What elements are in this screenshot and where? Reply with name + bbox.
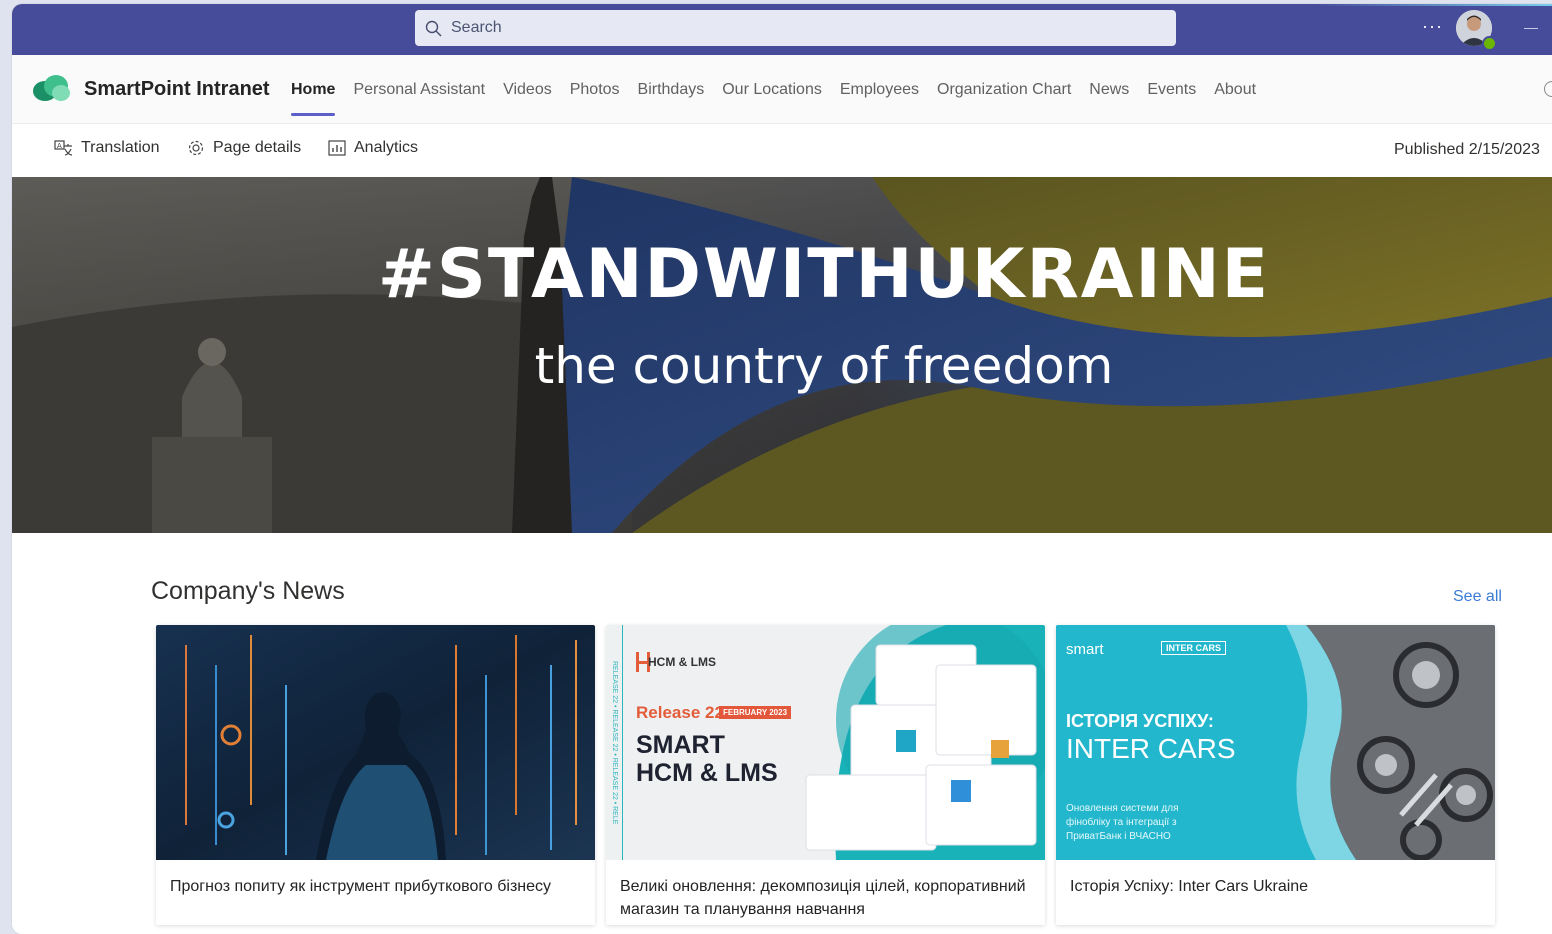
release-strip: RELEASE 22 • RELEASE 22 • RELEASE 22 • R… (606, 625, 623, 860)
card-brand-text: HCM & LMS (648, 655, 716, 669)
card-partner-logo: INTER CARS (1161, 641, 1227, 655)
card-image-heading: ІСТОРІЯ УСПІХУ: (1066, 711, 1214, 731)
hero-banner: #STANDWITHUKRAINE the country of freedom (12, 177, 1552, 533)
hero-title: #STANDWITHUKRAINE (377, 235, 1271, 314)
translation-label: Translation (81, 139, 160, 156)
translation-icon: A (54, 139, 73, 156)
nav-item-organization-chart[interactable]: Organization Chart (937, 81, 1071, 99)
page-command-bar: A Translation Page details Analytics Pub… (12, 124, 1552, 177)
site-navbar: SmartPoint Intranet Home Personal Assist… (12, 55, 1552, 124)
hero-subtitle: the country of freedom (534, 337, 1114, 395)
news-card-caption[interactable]: Великі оновлення: декомпозиція цілей, ко… (620, 875, 1030, 921)
news-card[interactable]: RELEASE 22 • RELEASE 22 • RELEASE 22 • R… (606, 625, 1045, 925)
news-card-image (156, 625, 595, 860)
card-image-subheading: INTER CARS (1066, 733, 1236, 764)
nav-item-news[interactable]: News (1089, 81, 1129, 99)
nav-item-about[interactable]: About (1214, 81, 1256, 99)
card-image-note: Оновлення системи для фінобліку та інтег… (1066, 803, 1179, 842)
nav-item-videos[interactable]: Videos (503, 81, 552, 99)
site-logo[interactable] (32, 73, 72, 103)
nav-item-our-locations[interactable]: Our Locations (722, 81, 822, 99)
card-image-title: SMART HCM & LMS (636, 731, 778, 787)
translation-button[interactable]: A Translation (54, 139, 160, 157)
teams-window: ··· SmartPoint Intranet Home Personal As… (12, 4, 1552, 934)
nav-item-photos[interactable]: Photos (570, 81, 620, 99)
news-card[interactable]: smart INTER CARS ІСТОРІЯ УСПІХУ: INTER C… (1056, 625, 1495, 925)
card-image-title-line2: HCM & LMS (636, 759, 778, 787)
minimize-icon[interactable] (1524, 28, 1538, 29)
news-card-caption[interactable]: Прогноз попиту як інструмент прибутковог… (170, 875, 580, 898)
news-card[interactable]: Прогноз попиту як інструмент прибутковог… (156, 625, 595, 925)
nav-item-events[interactable]: Events (1147, 81, 1196, 99)
analytics-label: Analytics (354, 139, 419, 156)
page-details-label: Page details (213, 139, 302, 156)
site-nav-links: Home Personal Assistant Videos Photos Bi… (291, 81, 1274, 116)
card-brand-text: smart (1066, 641, 1104, 658)
analytics-icon (328, 140, 346, 156)
card-release-badge: FEBRUARY 2023 (719, 706, 792, 719)
news-section-title: Company's News (151, 577, 345, 605)
app-topbar: ··· (12, 4, 1552, 55)
nav-item-home[interactable]: Home (291, 81, 336, 116)
topbar-accent (1312, 4, 1552, 6)
gear-icon (188, 140, 204, 156)
published-date: Published 2/15/2023 (1394, 141, 1540, 158)
page-details-button[interactable]: Page details (187, 139, 301, 157)
svg-text:A: A (57, 142, 62, 150)
nav-item-employees[interactable]: Employees (840, 81, 919, 99)
news-card-caption[interactable]: Історія Успіху: Inter Cars Ukraine (1070, 875, 1480, 898)
card-release-text: Release 22 (636, 703, 724, 722)
more-options-button[interactable]: ··· (1422, 16, 1443, 36)
news-card-image: smart INTER CARS ІСТОРІЯ УСПІХУ: INTER C… (1056, 625, 1495, 860)
search-icon (425, 19, 443, 37)
card-image-title-line1: SMART (636, 731, 725, 759)
settings-icon[interactable] (1544, 81, 1552, 97)
presence-status-icon (1482, 36, 1497, 51)
nav-item-personal-assistant[interactable]: Personal Assistant (353, 81, 485, 99)
analytics-button[interactable]: Analytics (328, 139, 418, 157)
search-box[interactable] (415, 10, 1176, 46)
site-title[interactable]: SmartPoint Intranet (84, 78, 270, 101)
see-all-link[interactable]: See all (1453, 588, 1502, 606)
news-card-image: RELEASE 22 • RELEASE 22 • RELEASE 22 • R… (606, 625, 1045, 860)
search-input[interactable] (449, 18, 1153, 38)
nav-item-birthdays[interactable]: Birthdays (638, 81, 705, 99)
